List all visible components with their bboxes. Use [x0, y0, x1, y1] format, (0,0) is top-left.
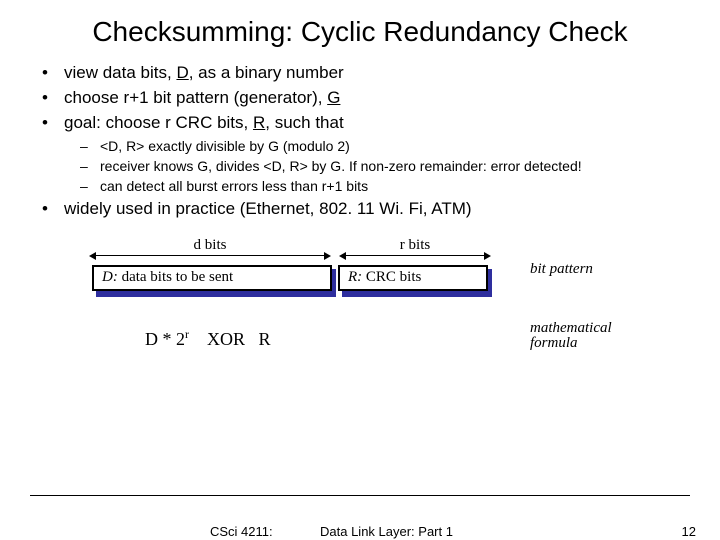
r-box: R: CRC bits — [338, 265, 488, 291]
footer-course: CSci 4211: — [210, 524, 273, 539]
crc-diagram: d bits r bits D: data bits to be sent R:… — [90, 235, 630, 367]
d-box-text: data bits to be sent — [118, 269, 233, 285]
bullet-3: goal: choose r CRC bits, R, such that — [36, 112, 690, 135]
sub-bullet-list: <D, R> exactly divisible by G (modulo 2)… — [76, 137, 690, 196]
d-arrow — [94, 255, 326, 256]
text: , such that — [265, 113, 343, 132]
sub-bullet-3: can detect all burst errors less than r+… — [76, 177, 690, 195]
r-arrow — [344, 255, 486, 256]
math-row: D * 2r XOR R mathematical formula — [90, 321, 630, 367]
text: goal: choose r CRC bits, — [64, 113, 253, 132]
math-formula-label: mathematical formula — [530, 321, 630, 353]
bullet-4: widely used in practice (Ethernet, 802. … — [36, 198, 690, 221]
bit-pattern-label: bit pattern — [530, 262, 593, 278]
bullet-list: view data bits, D, as a binary number ch… — [36, 62, 690, 135]
slide-title: Checksumming: Cyclic Redundancy Check — [30, 16, 690, 48]
r-bits-label: r bits — [340, 237, 490, 254]
d-box-var: D: — [102, 269, 118, 285]
brace-row: d bits r bits — [90, 235, 630, 263]
sub-bullet-2: receiver knows G, divides <D, R> by G. I… — [76, 157, 690, 175]
d-box: D: data bits to be sent — [92, 265, 332, 291]
footer-page: 12 — [682, 524, 696, 539]
var-d: D — [176, 63, 188, 82]
var-r: R — [253, 113, 265, 132]
r-box-var: R: — [348, 269, 362, 285]
footer-rule — [30, 495, 690, 496]
text: , as a binary number — [189, 63, 344, 82]
text: mathematical formula — [530, 320, 612, 352]
pattern-row: D: data bits to be sent R: CRC bits bit … — [90, 263, 630, 303]
bullet-1: view data bits, D, as a binary number — [36, 62, 690, 85]
exponent: r — [185, 327, 189, 341]
text: view data bits, — [64, 63, 176, 82]
bullet-2: choose r+1 bit pattern (generator), G — [36, 87, 690, 110]
slide: Checksumming: Cyclic Redundancy Check vi… — [0, 0, 720, 540]
r-box-text: CRC bits — [362, 269, 421, 285]
text: bit pattern — [530, 261, 593, 277]
text: choose r+1 bit pattern (generator), — [64, 88, 327, 107]
d-bits-label: d bits — [90, 237, 330, 254]
sub-bullet-1: <D, R> exactly divisible by G (modulo 2) — [76, 137, 690, 155]
bullet-list-cont: widely used in practice (Ethernet, 802. … — [36, 198, 690, 221]
footer-topic: Data Link Layer: Part 1 — [320, 524, 453, 539]
math-expression: D * 2r XOR R — [145, 327, 271, 350]
var-g: G — [327, 88, 340, 107]
